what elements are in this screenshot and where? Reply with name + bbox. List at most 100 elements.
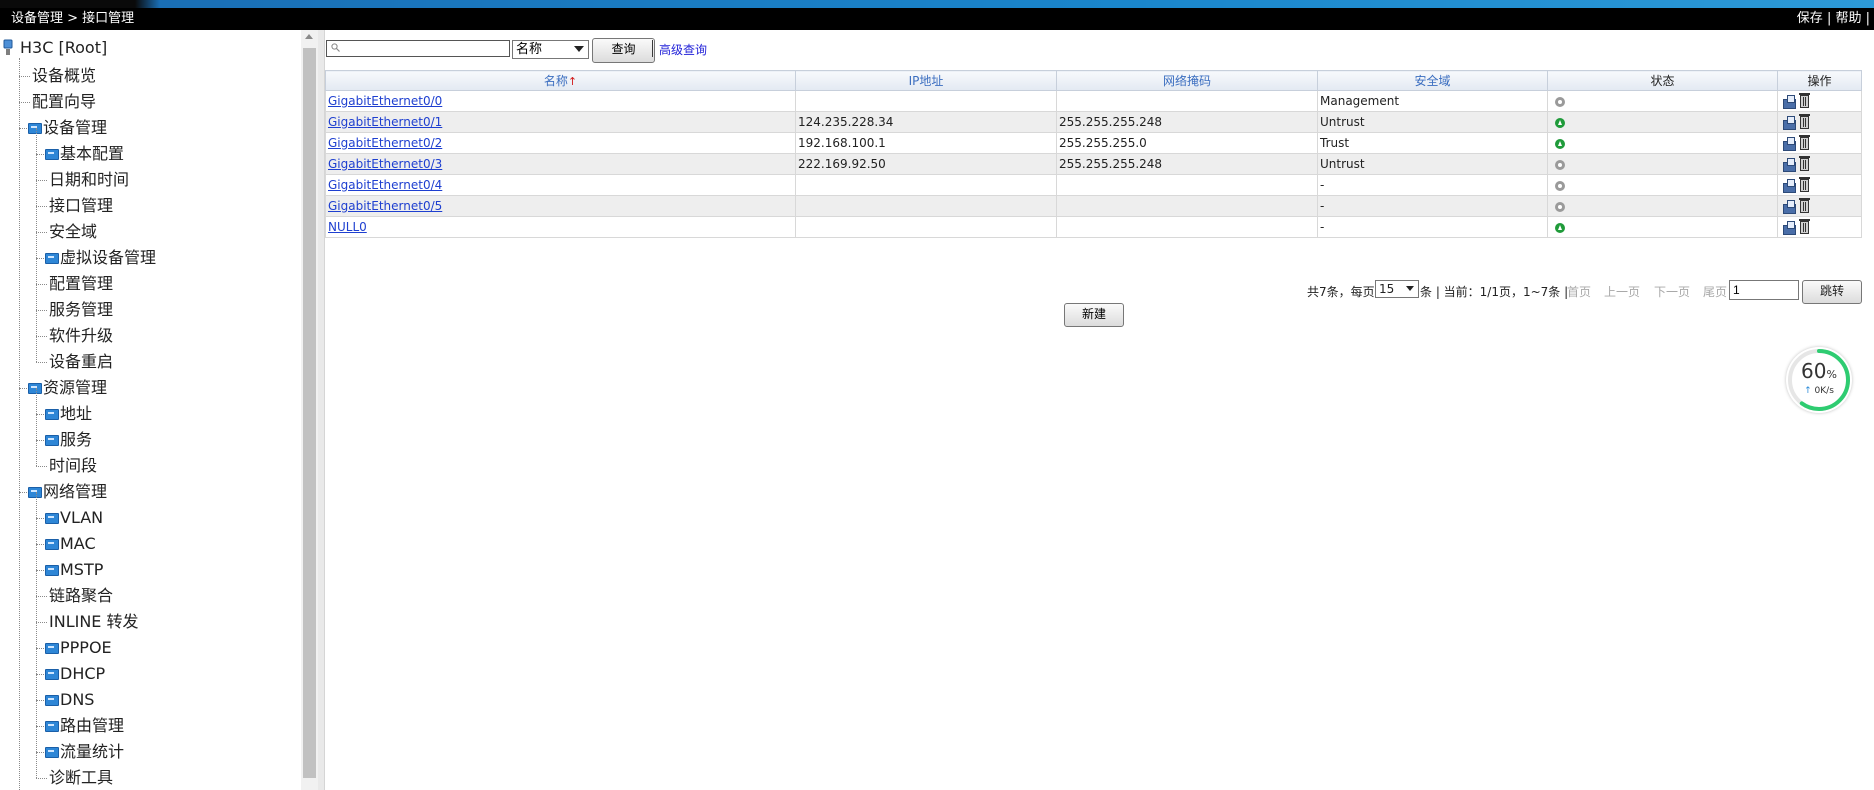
sidebar-item[interactable]: 流量统计: [60, 740, 124, 764]
save-link[interactable]: 保存: [1797, 11, 1823, 26]
sidebar-item[interactable]: 设备概览: [32, 64, 96, 88]
sidebar-item[interactable]: 链路聚合: [49, 584, 113, 608]
top-banner: [0, 0, 1874, 8]
col-header-zone[interactable]: 安全域: [1317, 70, 1548, 91]
delete-icon[interactable]: [1799, 219, 1810, 234]
network-monitor-widget[interactable]: 60% ↑ 0K/s: [1786, 347, 1852, 413]
edit-icon[interactable]: [1783, 200, 1796, 214]
edit-icon[interactable]: [1783, 95, 1796, 109]
sidebar-item[interactable]: VLAN: [60, 506, 103, 530]
first-page-link[interactable]: 首页: [1567, 283, 1591, 300]
sidebar-item[interactable]: MSTP: [60, 558, 103, 582]
sidebar-item[interactable]: 日期和时间: [49, 168, 129, 192]
usage-percent: 60%: [1786, 359, 1852, 383]
edit-icon[interactable]: [1783, 221, 1796, 235]
cell-name: NULL0: [325, 216, 796, 238]
edit-icon[interactable]: [1783, 179, 1796, 193]
cell-status: [1547, 132, 1778, 154]
sidebar-item[interactable]: 安全域: [49, 220, 97, 244]
sidebar-item[interactable]: 地址: [60, 402, 92, 426]
edit-icon[interactable]: [1783, 137, 1796, 151]
status-up-icon: [1555, 117, 1565, 128]
cell-zone: -: [1317, 216, 1548, 238]
edit-icon[interactable]: [1783, 158, 1796, 172]
delete-icon[interactable]: [1799, 177, 1810, 192]
col-header-ip[interactable]: IP地址: [795, 70, 1057, 91]
sidebar-item[interactable]: 服务: [60, 428, 92, 452]
cell-ip: [795, 174, 1057, 196]
sidebar-item[interactable]: DNS: [60, 688, 94, 712]
sidebar-item[interactable]: 软件升级: [49, 324, 113, 348]
cell-actions: [1777, 216, 1862, 238]
search-input[interactable]: [326, 40, 510, 57]
sidebar-item[interactable]: 配置管理: [49, 272, 113, 296]
per-page-select[interactable]: 15: [1375, 280, 1419, 298]
scroll-up-icon[interactable]: [305, 34, 313, 39]
cell-actions: [1777, 195, 1862, 217]
folder-icon: [45, 435, 59, 446]
sidebar-item[interactable]: 配置向导: [32, 90, 96, 114]
col-header-mask[interactable]: 网络掩码: [1056, 70, 1318, 91]
interface-link[interactable]: GigabitEthernet0/3: [328, 157, 442, 171]
col-header-name[interactable]: 名称↑: [325, 70, 796, 91]
delete-icon[interactable]: [1799, 93, 1810, 108]
sidebar-item[interactable]: 基本配置: [60, 142, 124, 166]
sidebar-item[interactable]: 网络管理: [43, 480, 107, 504]
field-select-value: 名称: [516, 42, 543, 57]
sidebar-item[interactable]: 虚拟设备管理: [60, 246, 156, 270]
new-button[interactable]: 新建: [1064, 303, 1124, 327]
tree-connector: [36, 622, 47, 623]
sidebar-item[interactable]: 服务管理: [49, 298, 113, 322]
tree-connector: [36, 284, 47, 285]
sidebar-item[interactable]: 设备管理: [43, 116, 107, 140]
table-row: GigabitEthernet0/2 192.168.100.1 255.255.2…: [325, 132, 1862, 154]
interface-link[interactable]: GigabitEthernet0/0: [328, 94, 442, 108]
help-link[interactable]: 帮助: [1835, 11, 1861, 26]
cell-ip: 222.169.92.50: [795, 153, 1057, 175]
advanced-query-link[interactable]: 高级查询: [659, 41, 707, 58]
speed-readout: ↑ 0K/s: [1786, 386, 1852, 396]
sidebar-item[interactable]: 设备重启: [49, 350, 113, 374]
interface-link[interactable]: GigabitEthernet0/4: [328, 178, 442, 192]
delete-icon[interactable]: [1799, 114, 1810, 129]
delete-icon[interactable]: [1799, 198, 1810, 213]
interface-link[interactable]: GigabitEthernet0/5: [328, 199, 442, 213]
delete-icon[interactable]: [1799, 156, 1810, 171]
folder-icon: [45, 747, 59, 758]
cell-status: [1547, 111, 1778, 133]
interface-link[interactable]: GigabitEthernet0/1: [328, 115, 442, 129]
sidebar-item[interactable]: PPPOE: [60, 636, 112, 660]
interface-link[interactable]: GigabitEthernet0/2: [328, 136, 442, 150]
sidebar-item[interactable]: MAC: [60, 532, 96, 556]
interface-link[interactable]: NULL0: [328, 220, 367, 234]
page-number-input[interactable]: [1729, 280, 1799, 300]
folder-icon: [28, 487, 42, 498]
sidebar-item[interactable]: 诊断工具: [49, 766, 113, 790]
scrollbar-thumb[interactable]: [303, 48, 316, 778]
sidebar-item[interactable]: 接口管理: [49, 194, 113, 218]
sidebar-scrollbar[interactable]: [301, 30, 318, 790]
cell-mask: 255.255.255.0: [1056, 132, 1318, 154]
edit-icon[interactable]: [1783, 116, 1796, 130]
delete-icon[interactable]: [1799, 135, 1810, 150]
cell-zone: -: [1317, 195, 1548, 217]
tree-root[interactable]: H3C [Root]: [20, 36, 107, 60]
root-device-icon: [3, 39, 13, 55]
cell-status: [1547, 153, 1778, 175]
pane-splitter[interactable]: [318, 30, 325, 790]
field-select[interactable]: 名称: [512, 40, 589, 59]
jump-button[interactable]: 跳转: [1802, 280, 1862, 304]
sidebar-item[interactable]: 时间段: [49, 454, 97, 478]
sidebar-item[interactable]: INLINE 转发: [49, 610, 139, 634]
last-page-link[interactable]: 尾页: [1703, 283, 1727, 300]
sidebar-item[interactable]: DHCP: [60, 662, 105, 686]
sidebar-item[interactable]: 路由管理: [60, 714, 124, 738]
sidebar-item[interactable]: 资源管理: [43, 376, 107, 400]
cell-zone: Trust: [1317, 132, 1548, 154]
tree-connector: [36, 206, 47, 207]
prev-page-link[interactable]: 上一页: [1604, 283, 1640, 300]
next-page-link[interactable]: 下一页: [1654, 283, 1690, 300]
cell-status: [1547, 216, 1778, 238]
query-button[interactable]: 查询: [592, 38, 655, 63]
status-down-icon: [1555, 159, 1565, 170]
